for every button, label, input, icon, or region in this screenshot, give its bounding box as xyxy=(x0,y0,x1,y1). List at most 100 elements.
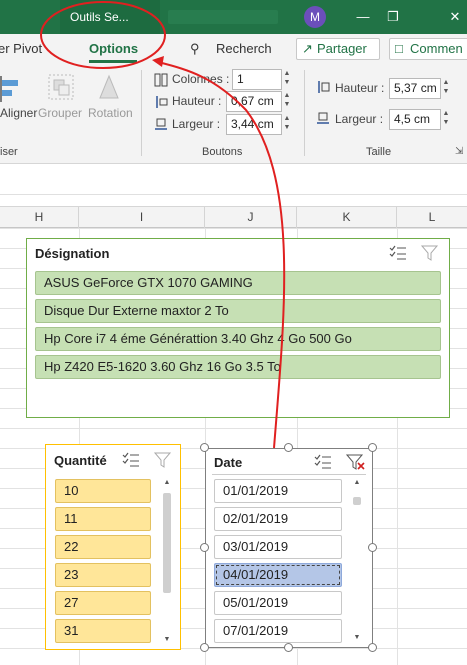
share-button[interactable]: ↗ Partager xyxy=(296,38,380,60)
multi-select-icon[interactable] xyxy=(389,245,407,261)
resize-handle[interactable] xyxy=(284,643,293,652)
ribbon-tab-row: er Pivot Options ⚲ Recherch ↗ Partager □… xyxy=(0,34,467,64)
resize-handle[interactable] xyxy=(200,643,209,652)
columns-icon xyxy=(154,73,168,87)
resize-handle[interactable] xyxy=(200,543,209,552)
slicer-item[interactable]: 23 xyxy=(55,563,151,587)
scroll-up-icon[interactable]: ▲ xyxy=(160,479,174,486)
button-width-input[interactable]: 3,44 cm xyxy=(226,114,282,135)
date-slicer[interactable]: Date 01/01/2019 02/01/2019 03/01/2019 04… xyxy=(205,448,373,648)
comments-label: Commen xyxy=(410,41,463,56)
contextual-tab-label[interactable]: Outils Se... xyxy=(60,0,160,34)
arrange-group-title: iser xyxy=(0,146,18,158)
column-header[interactable]: I xyxy=(79,207,205,228)
slicer-item[interactable]: 03/01/2019 xyxy=(214,535,342,559)
tab-pivot[interactable]: er Pivot xyxy=(0,41,42,56)
button-height-input[interactable]: 0,67 cm xyxy=(226,91,282,112)
rotation-label: Rotation xyxy=(88,106,133,120)
buttons-group-title: Boutons xyxy=(202,146,243,158)
search-icon[interactable]: ⚲ xyxy=(190,41,200,57)
slicer-item[interactable]: 31 xyxy=(55,619,151,643)
scroll-thumb[interactable] xyxy=(163,493,171,593)
scroll-down-icon[interactable]: ▼ xyxy=(160,636,174,643)
slicer-item[interactable]: 01/01/2019 xyxy=(214,479,342,503)
slicer-title: Quantité xyxy=(54,453,107,468)
button-height-icon xyxy=(156,96,168,108)
scroll-up-icon[interactable]: ▲ xyxy=(350,479,364,486)
size-height-icon xyxy=(318,81,330,93)
button-height-label: Hauteur : xyxy=(172,94,222,108)
size-width-icon xyxy=(317,112,329,124)
slicer-item[interactable]: 11 xyxy=(55,507,151,531)
group-label: Grouper xyxy=(38,106,83,120)
document-title-blurred xyxy=(168,10,278,24)
size-height-label: Hauteur : xyxy=(335,81,385,95)
group-separator xyxy=(141,70,142,156)
slicer-item[interactable]: 10 xyxy=(55,479,151,503)
restore-icon[interactable]: ❐ xyxy=(378,0,408,34)
button-width-icon xyxy=(155,118,167,130)
align-icon[interactable] xyxy=(0,74,30,104)
share-icon: ↗ xyxy=(302,41,313,56)
share-label: Partager xyxy=(317,41,367,56)
button-width-spinner[interactable]: ▲ ▼ xyxy=(281,114,293,135)
slicer-item[interactable]: 05/01/2019 xyxy=(214,591,342,615)
designation-slicer[interactable]: Désignation ASUS GeForce GTX 1070 GAMING… xyxy=(26,238,450,418)
scroll-thumb[interactable] xyxy=(353,497,361,505)
slicer-scrollbar[interactable]: ▲ ▼ xyxy=(350,479,364,641)
columns-spinner[interactable]: ▲ ▼ xyxy=(281,69,293,90)
resize-handle[interactable] xyxy=(200,443,209,452)
group-icon xyxy=(48,74,74,100)
resize-handle[interactable] xyxy=(284,443,293,452)
clear-filter-icon[interactable] xyxy=(346,453,366,471)
multi-select-icon[interactable] xyxy=(314,454,332,470)
size-group-title: Taille xyxy=(366,146,392,158)
tab-options[interactable]: Options xyxy=(89,41,138,56)
slicer-item[interactable]: 27 xyxy=(55,591,151,615)
slicer-item-selected[interactable]: 04/01/2019 xyxy=(214,563,342,587)
scroll-down-icon[interactable]: ▼ xyxy=(350,634,364,641)
size-height-input[interactable]: 5,37 cm xyxy=(389,78,441,99)
size-width-spinner[interactable]: ▲ ▼ xyxy=(440,109,452,130)
slicer-scrollbar[interactable]: ▲ ▼ xyxy=(160,479,174,643)
slicer-item[interactable]: Hp Z420 E5-1620 3.60 Ghz 16 Go 3.5 To xyxy=(35,355,441,379)
columns-input[interactable]: 1 xyxy=(232,69,282,90)
comments-button[interactable]: □ Commen xyxy=(389,38,467,60)
button-height-spinner[interactable]: ▲ ▼ xyxy=(281,91,293,112)
group-separator xyxy=(304,70,305,156)
search-label[interactable]: Recherch xyxy=(216,41,272,56)
column-header[interactable]: J xyxy=(205,207,297,228)
resize-handle[interactable] xyxy=(368,543,377,552)
column-header[interactable]: L xyxy=(397,207,467,228)
clear-filter-icon xyxy=(421,245,439,261)
slicer-title: Date xyxy=(214,455,243,470)
dialog-launcher-icon[interactable]: ⇲ xyxy=(455,146,463,157)
quantite-slicer[interactable]: Quantité 10 11 22 23 27 31 ▲ ▼ xyxy=(45,444,181,650)
column-header[interactable]: H xyxy=(0,207,79,228)
size-height-spinner[interactable]: ▲ ▼ xyxy=(440,78,452,99)
slicer-item[interactable]: 07/01/2019 xyxy=(214,619,342,643)
rotation-icon xyxy=(99,74,119,99)
resize-handle[interactable] xyxy=(368,643,377,652)
multi-select-icon[interactable] xyxy=(122,452,140,468)
slicer-item[interactable]: Disque Dur Externe maxtor 2 To xyxy=(35,299,441,323)
formula-bar-area xyxy=(0,165,467,195)
title-bar: Outils Se... M — ❐ ✕ xyxy=(0,0,467,34)
button-width-label: Largeur : xyxy=(172,117,221,131)
size-width-input[interactable]: 4,5 cm xyxy=(389,109,441,130)
slicer-item[interactable]: 02/01/2019 xyxy=(214,507,342,531)
resize-handle[interactable] xyxy=(368,443,377,452)
column-headers: H I J K L xyxy=(0,206,467,228)
columns-label: Colonnes : xyxy=(172,72,230,86)
comment-icon: □ xyxy=(395,41,403,56)
slicer-item[interactable]: 22 xyxy=(55,535,151,559)
align-label[interactable]: Aligner xyxy=(0,106,37,120)
close-icon[interactable]: ✕ xyxy=(440,0,467,34)
user-avatar[interactable]: M xyxy=(304,6,326,28)
active-tab-indicator xyxy=(89,60,137,63)
slicer-item[interactable]: ASUS GeForce GTX 1070 GAMING xyxy=(35,271,441,295)
clear-filter-icon xyxy=(154,452,172,468)
minimize-icon[interactable]: — xyxy=(348,0,378,34)
column-header[interactable]: K xyxy=(297,207,397,228)
slicer-item[interactable]: Hp Core i7 4 éme Générattion 3.40 Ghz 4 … xyxy=(35,327,441,351)
